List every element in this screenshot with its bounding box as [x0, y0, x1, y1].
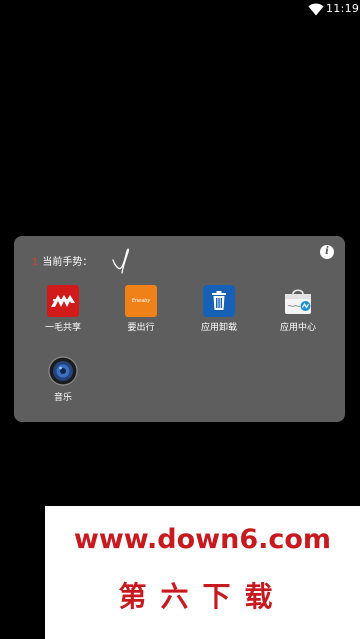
status-time: 11:19 — [326, 2, 360, 15]
yimao-share-icon — [47, 285, 79, 317]
app-label: 一毛共享 — [44, 323, 81, 333]
app-music[interactable]: 音乐 — [32, 355, 92, 415]
app-label: 要出行 — [127, 323, 155, 333]
app-label: 音乐 — [53, 393, 72, 403]
speaker-icon — [47, 355, 79, 387]
info-icon[interactable]: i — [320, 245, 334, 259]
yaochuxing-icon-text: Eneaby — [131, 298, 151, 304]
app-uninstall[interactable]: 应用卸载 — [188, 285, 248, 345]
app-yimao-share[interactable]: 一毛共享 — [32, 285, 92, 345]
app-yaochuxing[interactable]: Eneaby 要出行 — [110, 285, 170, 345]
handwritten-gesture-icon — [112, 248, 130, 274]
gesture-panel: 1 当前手势： i 一毛共享 Eneaby 要出行 应用卸载 应用中心 音乐 — [14, 236, 345, 422]
gesture-row: 1 当前手势： — [32, 252, 92, 274]
watermark-banner: www.down6.com 第六下载 — [45, 506, 360, 639]
yaochuxing-icon: Eneaby — [125, 285, 157, 317]
watermark-url: www.down6.com — [73, 524, 332, 555]
app-label: 应用卸载 — [200, 323, 237, 333]
status-bar: 11:19 — [0, 0, 360, 20]
app-app-center[interactable]: 应用中心 — [267, 285, 327, 345]
wifi-icon — [308, 3, 324, 16]
watermark-name: 第六下载 — [118, 580, 287, 613]
trash-icon — [203, 285, 235, 317]
app-center-icon — [282, 285, 314, 317]
app-label: 应用中心 — [279, 323, 316, 333]
gesture-index: 1 — [32, 257, 39, 268]
gesture-label: 当前手势： — [42, 257, 93, 268]
